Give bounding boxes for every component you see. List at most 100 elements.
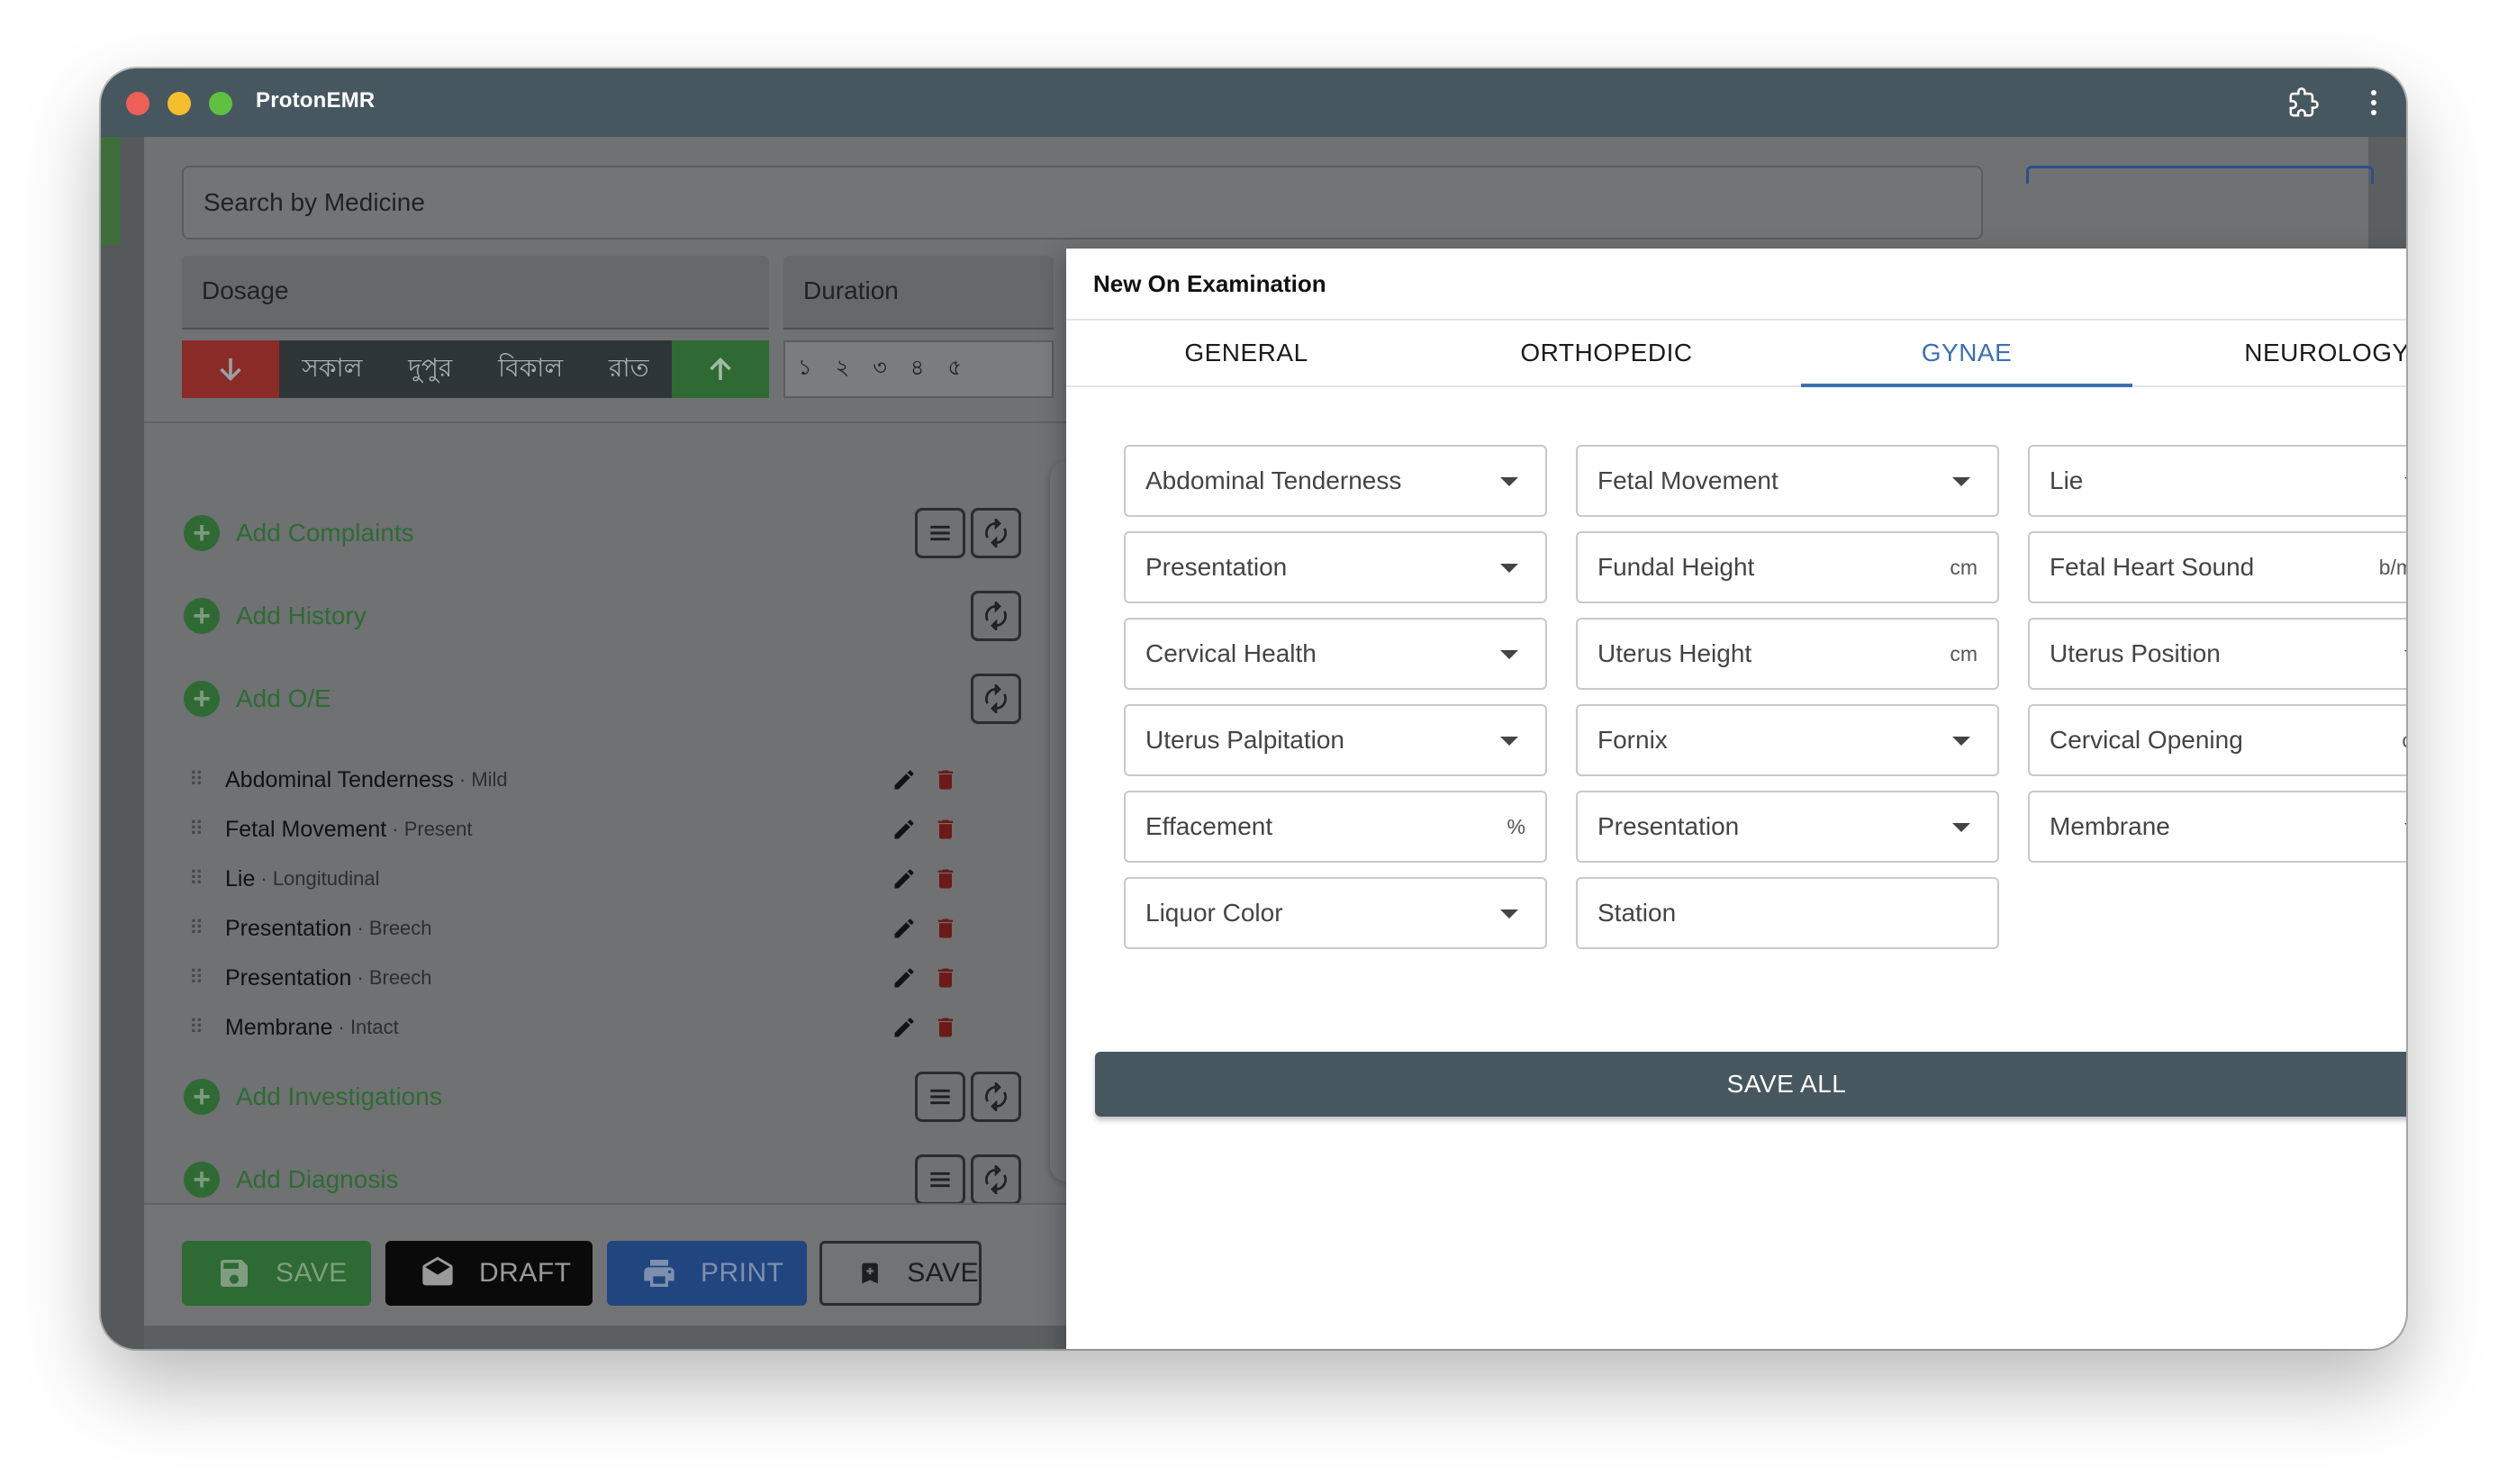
plus-icon: +: [184, 681, 220, 717]
sync-button[interactable]: [971, 1072, 1021, 1122]
cervical-health-select[interactable]: Cervical Health: [1124, 618, 1547, 690]
arrow-down-icon[interactable]: [182, 340, 279, 398]
duration-field[interactable]: Duration: [783, 256, 1054, 330]
edit-icon[interactable]: [891, 916, 917, 941]
presentation-select[interactable]: Presentation: [1124, 531, 1547, 603]
cervical-opening-input[interactable]: Cervical Opening cm: [2028, 704, 2406, 776]
fetal-heart-sound-input[interactable]: Fetal Heart Sound b/min: [2028, 531, 2406, 603]
draft-button[interactable]: DRAFT: [385, 1241, 593, 1306]
delete-icon[interactable]: [933, 866, 958, 891]
duration-number[interactable]: ২: [836, 351, 850, 387]
medicine-search-input[interactable]: Search by Medicine: [182, 166, 1983, 240]
save-template-button[interactable]: SAVE: [819, 1241, 982, 1306]
lie-select[interactable]: Lie: [2028, 445, 2406, 517]
delete-icon[interactable]: [933, 916, 958, 941]
uterus-palpitation-select[interactable]: Uterus Palpitation: [1124, 704, 1547, 776]
fetal-movement-select[interactable]: Fetal Movement: [1576, 445, 1999, 517]
add-complaints-button[interactable]: + Add Complaints: [184, 506, 414, 560]
minimize-window-button[interactable]: [167, 92, 191, 115]
print-label: PRINT: [701, 1258, 784, 1288]
drag-handle-icon[interactable]: ⠿: [189, 917, 205, 940]
oe-list-item[interactable]: ⠿ Membrane · Intact: [189, 1009, 399, 1045]
dropdown-arrow-icon: [1952, 823, 1970, 832]
arrow-up-icon[interactable]: [672, 340, 769, 398]
more-menu-icon[interactable]: [2354, 83, 2394, 122]
tab-orthopedic[interactable]: ORTHOPEDIC: [1426, 321, 1787, 385]
field-label: Liquor Color: [1145, 899, 1283, 927]
add-history-button[interactable]: + Add History: [184, 589, 367, 643]
list-button[interactable]: [915, 1154, 965, 1205]
duration-number[interactable]: ১: [798, 351, 812, 387]
tab-neurology[interactable]: NEUROLOGY: [2147, 321, 2406, 385]
print-button[interactable]: PRINT: [607, 1241, 807, 1306]
time-slot-morning[interactable]: সকাল: [302, 348, 362, 391]
save-button[interactable]: SAVE: [182, 1241, 371, 1306]
duration-number[interactable]: ৫: [947, 351, 962, 387]
section-label: Add Diagnosis: [236, 1165, 399, 1193]
drag-handle-icon[interactable]: ⠿: [189, 768, 205, 792]
delete-icon[interactable]: [933, 965, 958, 991]
oe-list-item[interactable]: ⠿ Abdominal Tenderness · Mild: [189, 762, 508, 798]
uterus-position-select[interactable]: Uterus Position: [2028, 618, 2406, 690]
delete-icon[interactable]: [933, 817, 958, 842]
field-label: Cervical Opening: [2050, 726, 2243, 754]
list-button[interactable]: [915, 508, 965, 558]
sync-button[interactable]: [971, 1154, 1021, 1205]
edit-icon[interactable]: [891, 817, 917, 842]
liquor-color-select[interactable]: Liquor Color: [1124, 877, 1547, 949]
list-icon: [930, 1089, 950, 1105]
field-label: Uterus Position: [2050, 639, 2221, 667]
membrane-select[interactable]: Membrane: [2028, 791, 2406, 863]
effacement-input[interactable]: Effacement%: [1124, 791, 1547, 863]
maximize-window-button[interactable]: [209, 92, 232, 115]
field-label: Cervical Health: [1145, 639, 1317, 667]
fornix-select[interactable]: Fornix: [1576, 704, 1999, 776]
field-label: Fornix: [1597, 726, 1668, 754]
fundal-height-input[interactable]: Fundal Height cm: [1576, 531, 1999, 603]
oe-list-item[interactable]: ⠿ Fetal Movement · Present: [189, 811, 473, 847]
delete-icon[interactable]: [933, 767, 958, 792]
oe-list-item[interactable]: ⠿ Presentation · Breech: [189, 910, 432, 946]
presentation-select-2[interactable]: Presentation: [1576, 791, 1999, 863]
edit-icon[interactable]: [891, 965, 917, 991]
time-slot-afternoon[interactable]: বিকাল: [498, 348, 563, 391]
tab-general[interactable]: GENERAL: [1066, 321, 1426, 385]
list-button[interactable]: [915, 1072, 965, 1122]
drag-handle-icon[interactable]: ⠿: [189, 1016, 205, 1039]
drag-handle-icon[interactable]: ⠿: [189, 966, 205, 990]
edit-icon[interactable]: [891, 767, 917, 792]
edit-icon[interactable]: [891, 866, 917, 891]
oe-item-name: Membrane: [225, 1014, 333, 1040]
add-oe-button[interactable]: + Add O/E: [184, 672, 331, 726]
close-window-button[interactable]: [126, 92, 149, 115]
unit-label: cm: [1950, 556, 1978, 579]
outline-button[interactable]: [2026, 166, 2374, 184]
station-input[interactable]: Station: [1576, 877, 1999, 949]
extension-icon[interactable]: [2284, 83, 2323, 122]
sync-button[interactable]: [971, 591, 1021, 641]
delete-icon[interactable]: [933, 1015, 958, 1040]
oe-item-name: Abdominal Tenderness: [225, 766, 454, 792]
drag-handle-icon[interactable]: ⠿: [189, 867, 205, 891]
sync-icon: [985, 1082, 1007, 1111]
tab-gynae[interactable]: GYNAE: [1787, 321, 2147, 387]
unit-label: cm: [1950, 642, 1978, 665]
duration-number[interactable]: ৩: [873, 351, 887, 387]
save-all-button[interactable]: SAVE ALL: [1095, 1052, 2406, 1117]
oe-list-item[interactable]: ⠿ Lie · Longitudinal: [189, 861, 379, 897]
sync-button[interactable]: [971, 508, 1021, 558]
time-slot-noon[interactable]: দুপুর: [408, 348, 452, 391]
add-investigations-button[interactable]: + Add Investigations: [184, 1070, 442, 1124]
time-slot-night[interactable]: রাত: [609, 348, 649, 391]
uterus-height-input[interactable]: Uterus Height cm: [1576, 618, 1999, 690]
drag-handle-icon[interactable]: ⠿: [189, 818, 205, 841]
add-diagnosis-button[interactable]: + Add Diagnosis: [184, 1153, 399, 1207]
duration-number[interactable]: ৪: [910, 351, 925, 387]
abdominal-tenderness-select[interactable]: Abdominal Tenderness: [1124, 445, 1547, 517]
oe-list-item[interactable]: ⠿ Presentation · Breech: [189, 960, 432, 996]
field-label: Presentation: [1597, 812, 1740, 840]
oe-item-value: · Mild: [458, 768, 508, 791]
sync-button[interactable]: [971, 674, 1021, 724]
edit-icon[interactable]: [891, 1015, 917, 1040]
dosage-field[interactable]: Dosage: [182, 256, 769, 330]
